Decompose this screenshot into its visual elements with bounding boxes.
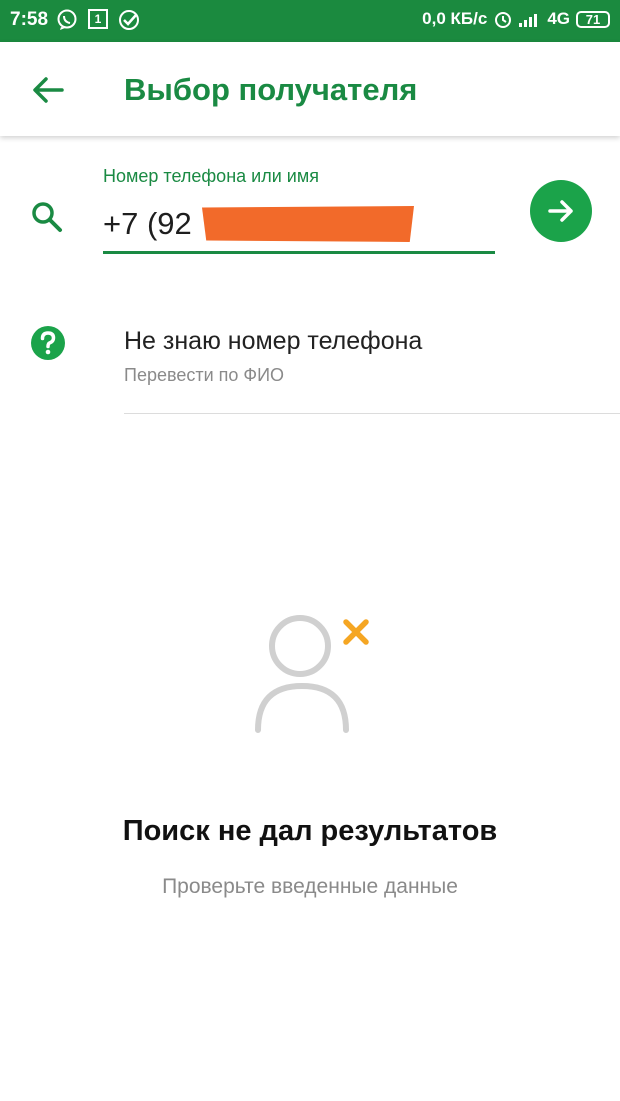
empty-state-title: Поиск не дал результатов xyxy=(122,815,498,847)
search-icon xyxy=(32,202,62,232)
app-bar: Выбор получателя xyxy=(0,42,620,136)
back-arrow-icon[interactable] xyxy=(28,70,68,110)
arrow-right-icon xyxy=(548,200,573,222)
viber-icon xyxy=(57,9,77,30)
status-right-group: 0,0 КБ/с 4G 71 xyxy=(422,9,610,29)
sim-badge: 1 xyxy=(88,9,108,29)
battery-icon: 71 xyxy=(576,10,610,28)
search-input-underline xyxy=(103,251,495,254)
status-bar: 7:58 1 0,0 КБ/с 4G 71 xyxy=(0,0,620,42)
page-title: Выбор получателя xyxy=(124,72,418,107)
unknown-number-title: Не знаю номер телефона xyxy=(124,327,423,355)
search-input[interactable]: +7 (92 xyxy=(103,206,192,242)
network-type: 4G xyxy=(547,9,570,28)
alarm-icon xyxy=(495,12,512,28)
unknown-number-item[interactable]: Не знаю номер телефона Перевести по ФИО xyxy=(0,310,620,413)
search-field-label: Номер телефона или имя xyxy=(103,166,319,186)
sberbank-logo-icon xyxy=(119,10,139,30)
divider xyxy=(124,413,620,414)
user-not-found-icon xyxy=(255,615,369,733)
signal-icon xyxy=(519,14,538,27)
status-time: 7:58 xyxy=(10,9,49,30)
empty-state-subtitle: Проверьте введенные данные xyxy=(162,875,458,898)
redaction-mark xyxy=(202,206,414,242)
search-submit-button[interactable] xyxy=(530,180,592,242)
net-speed: 0,0 КБ/с xyxy=(422,9,488,28)
unknown-number-subtitle: Перевести по ФИО xyxy=(124,365,285,385)
